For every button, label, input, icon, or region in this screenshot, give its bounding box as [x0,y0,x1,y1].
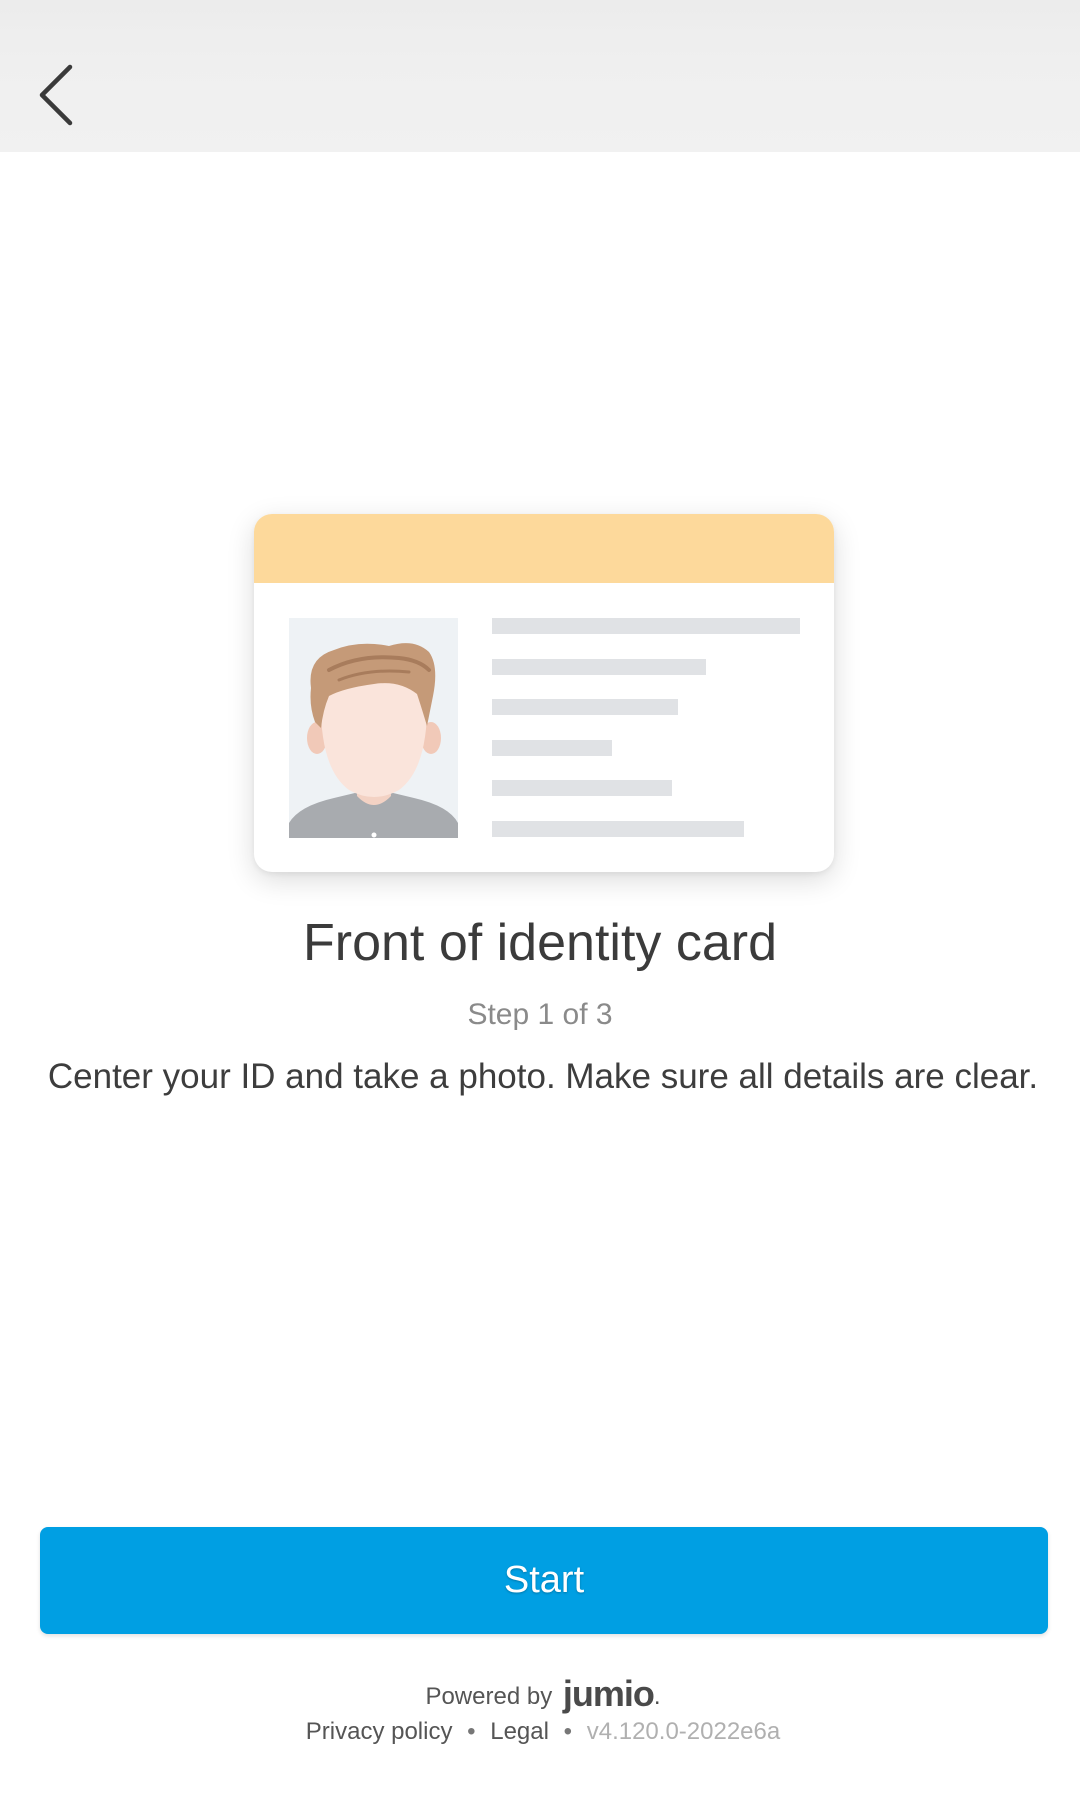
person-avatar-icon [289,643,458,838]
id-card-illustration [254,514,834,872]
powered-by-text: Powered by [425,1683,553,1710]
instruction-text: Center your ID and take a photo. Make su… [47,1057,1039,1096]
back-button[interactable] [22,50,90,140]
id-card-text-line [492,740,612,756]
top-bar [0,0,1080,152]
id-card-header-band [254,514,834,583]
jumio-logo-dot: . [653,1683,661,1710]
jumio-logo: jumio [562,1673,655,1714]
id-card-text-line [492,618,800,634]
start-button-label: Start [503,1559,585,1601]
id-card-text-line [492,659,706,675]
id-card-text-line [492,780,672,796]
separator: • [563,1718,573,1745]
chevron-left-icon [39,64,73,126]
privacy-policy-link[interactable]: Privacy policy [306,1718,453,1745]
legal-links: Privacy policy • Legal • v4.120.0-2022e6… [0,1714,1080,1750]
start-button[interactable]: Start [40,1527,1048,1634]
page-title: Front of identity card [303,914,777,972]
id-card-photo [289,618,458,838]
id-card-text-line [492,699,678,715]
version-text: v4.120.0-2022e6a [586,1718,781,1745]
id-card-text-line [492,821,744,837]
id-capture-screen: Front of identity card Step 1 of 3 Cente… [0,0,1080,1803]
separator: • [467,1718,476,1745]
step-indicator: Step 1 of 3 [467,998,613,1031]
powered-by-footer: Powered by jumio. [0,1672,1080,1719]
legal-link[interactable]: Legal [490,1718,549,1745]
